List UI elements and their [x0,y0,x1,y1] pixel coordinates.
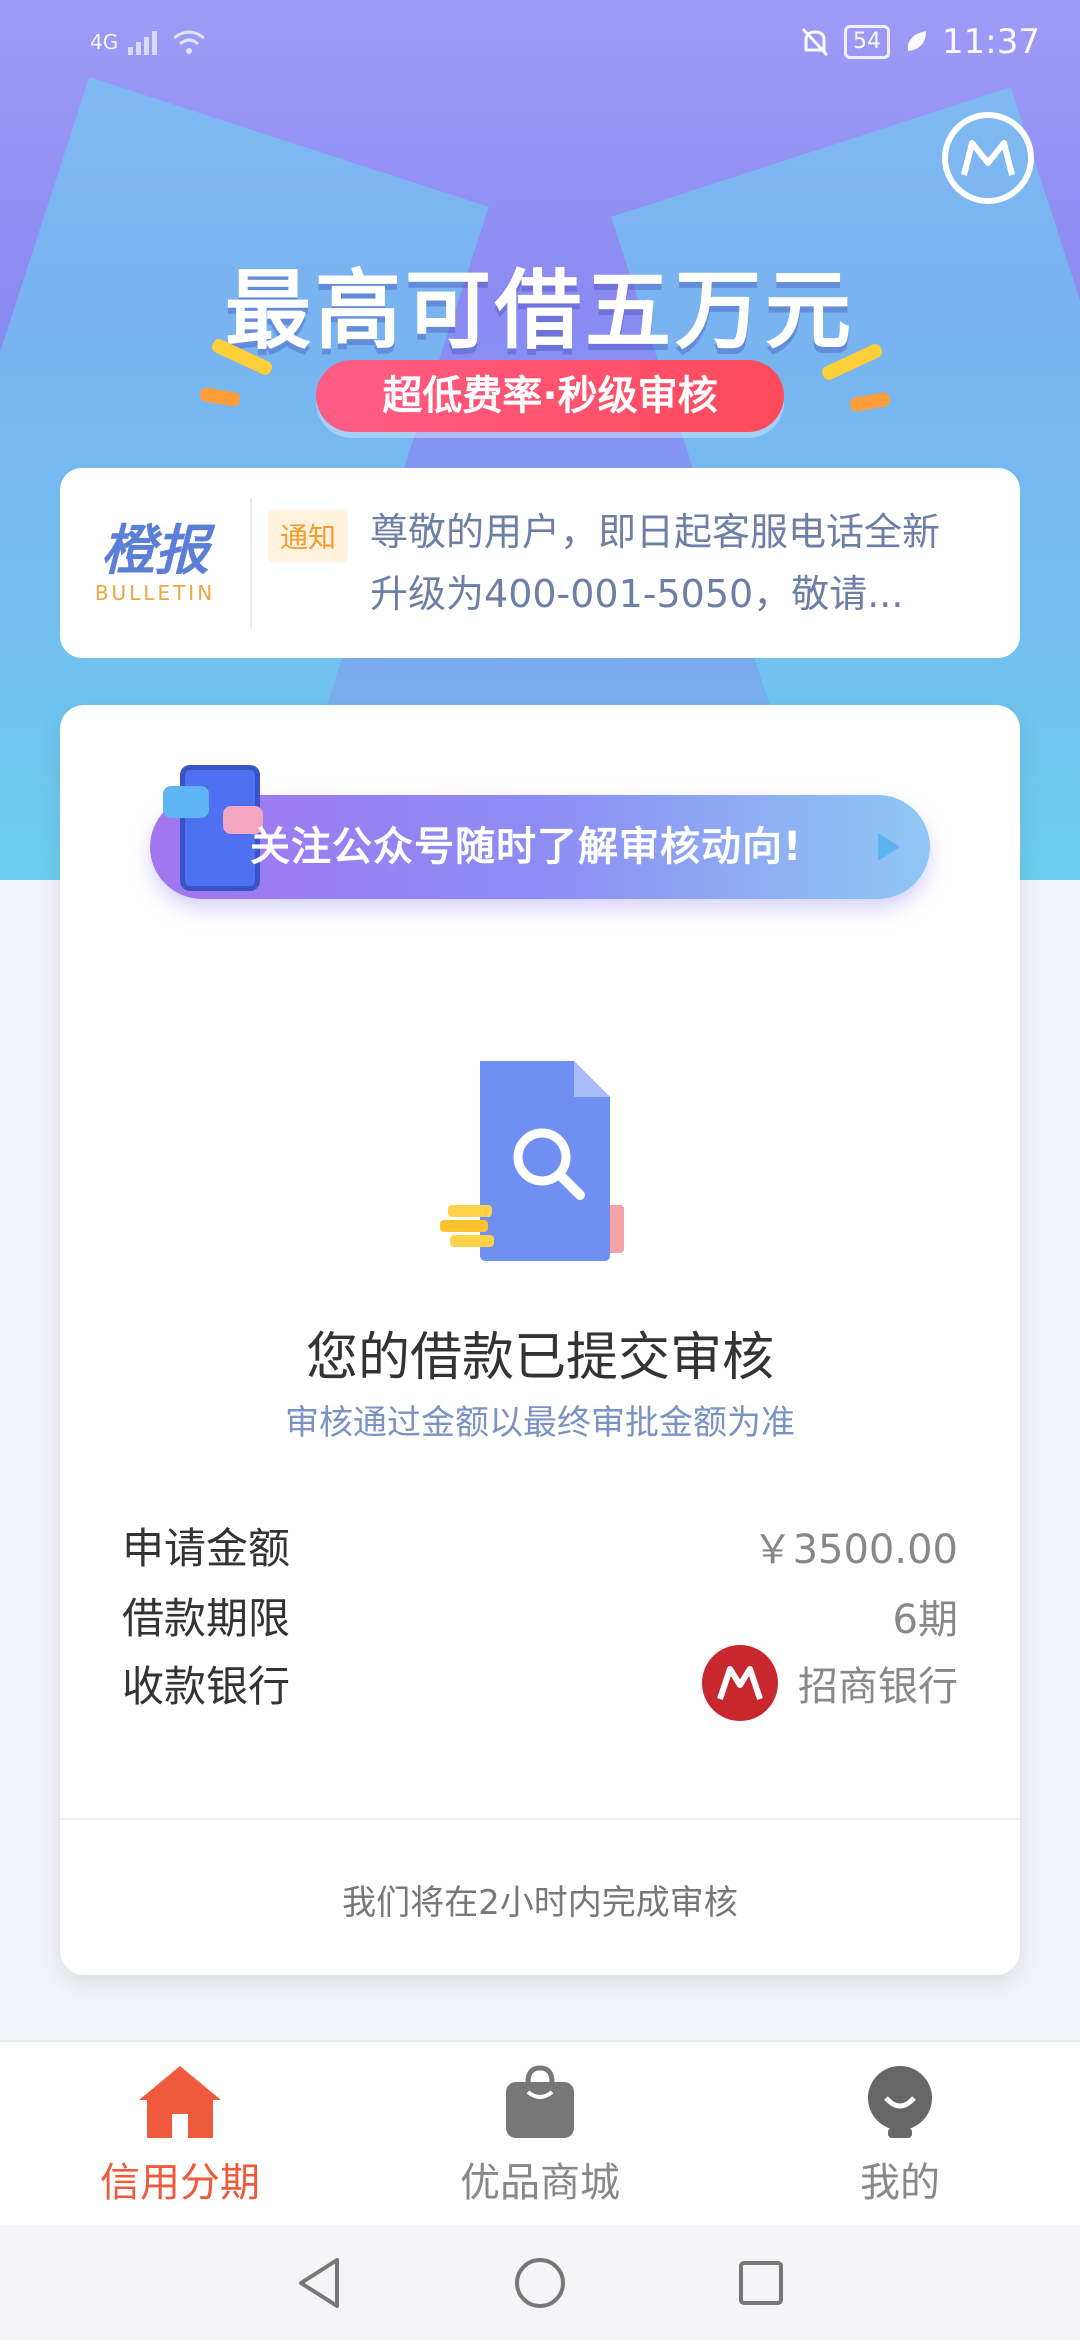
tab-mall[interactable]: 优品商城 [360,2042,720,2227]
document-search-icon [440,1055,640,1275]
back-icon[interactable] [295,2256,343,2310]
status-title: 您的借款已提交审核 [305,1328,774,1388]
recents-icon[interactable] [737,2259,785,2307]
play-arrow-icon [878,833,900,861]
hero-subtitle-pill: 超低费率·秒级审核 [316,360,784,432]
profile-icon [868,2066,932,2138]
info-value: ￥3500.00 [753,1517,958,1575]
hero-title: 最高可借五万元 [225,261,855,361]
notice-tag: 通知 [268,510,349,562]
info-label: 借款期限 [122,1594,291,1643]
status-right: 54 11:37 [800,22,1040,62]
wifi-icon [173,30,206,54]
bulletin-logo-en: BULLETIN [94,581,216,605]
review-time-note: 我们将在2小时内完成审核 [342,1883,738,1923]
term-value: 6期 [892,1596,958,1643]
bulletin-divider [250,498,252,628]
network-label: 4G [90,30,119,54]
bank-name: 招商银行 [798,1664,958,1710]
mute-bell-icon [801,27,829,57]
info-label: 申请金额 [122,1524,291,1573]
card-divider [60,1818,1020,1820]
info-value: 招商银行 [702,1645,958,1721]
status-signal: 4G [90,28,206,56]
bulletin-logo-cn: 橙报 [101,519,209,582]
info-label: 收款银行 [122,1661,291,1711]
home-icon [139,2066,221,2138]
shopping-bag-icon [506,2065,574,2138]
tab-credit-installment[interactable]: 信用分期 [0,2042,360,2227]
system-nav-bar [0,2225,1080,2340]
follow-wechat-text: 关注公众号随时了解审核动向! [250,824,803,870]
clock: 11:37 [942,22,1040,62]
tab-label: 信用分期 [100,2160,260,2206]
bulletin-logo: 橙报 BULLETIN [60,519,250,606]
info-row-bank: 收款银行 招商银行 [122,1645,958,1721]
phone-chat-icon [163,765,263,891]
tab-label: 我的 [860,2160,940,2206]
bottom-tab-bar: 信用分期 优品商城 我的 [0,2040,1080,2227]
status-bar: 4G 54 11:37 [0,0,1080,84]
home-circle-icon[interactable] [513,2256,567,2310]
leaf-icon [907,31,927,51]
bank-logo-icon [702,1645,778,1721]
tab-mine[interactable]: 我的 [720,2042,1080,2227]
bulletin-card[interactable]: 橙报 BULLETIN 通知 尊敬的用户，即日起客服电话全新升级为400-001… [60,468,1020,658]
app-logo-button[interactable] [942,112,1034,204]
battery-indicator: 54 [844,25,891,59]
status-subtitle: 审核通过金额以最终审批金额为准 [285,1403,795,1443]
bulletin-text: 尊敬的用户，即日起客服电话全新升级为400-001-5050，敬请... [370,510,941,616]
info-row-term: 借款期限 6期 [122,1585,958,1646]
tab-label: 优品商城 [460,2160,620,2206]
info-value: 6期 [893,1587,958,1645]
amount-value: ￥3500.00 [752,1526,958,1573]
signal-icon [128,31,158,55]
follow-wechat-banner[interactable]: 关注公众号随时了解审核动向! [150,765,930,899]
info-row-amount: 申请金额 ￥3500.00 [122,1515,958,1576]
m-logo-icon [961,140,1015,176]
loan-status-card: 关注公众号随时了解审核动向! 您的借款已提交审核 审核通过金额以最终审批金额为准… [60,705,1020,1975]
